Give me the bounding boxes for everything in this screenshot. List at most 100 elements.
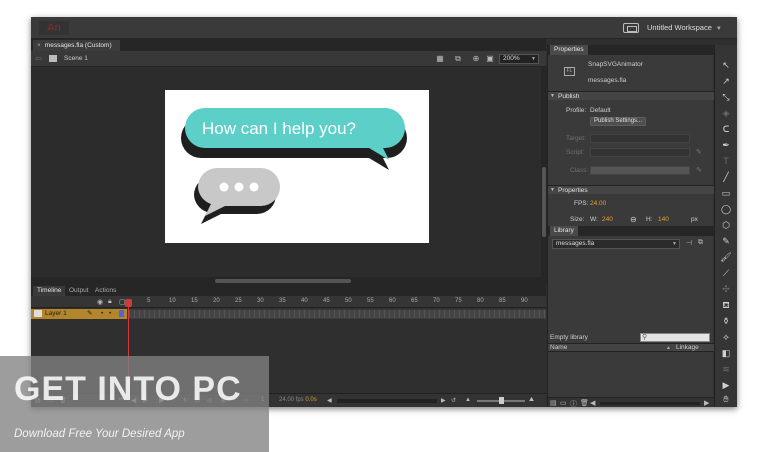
frame-number: 20 bbox=[213, 298, 220, 304]
pin-icon[interactable]: ⊣ bbox=[686, 239, 692, 247]
column-name[interactable]: Name bbox=[550, 344, 567, 352]
stage-horizontal-scrollbar[interactable] bbox=[31, 277, 546, 285]
height-value[interactable]: 140 bbox=[658, 216, 669, 223]
workspace-selector[interactable]: Untitled Workspace ▼ bbox=[647, 17, 737, 39]
layer-name-label: Layer 1 bbox=[45, 310, 67, 317]
tab-output[interactable]: Output bbox=[65, 286, 93, 296]
eyedropper-tool-icon[interactable]: ⟡ bbox=[720, 331, 732, 343]
publish-settings-button[interactable]: Publish Settings... bbox=[590, 117, 647, 126]
rectangle-tool-icon[interactable]: ▭ bbox=[720, 187, 732, 199]
publish-section-header[interactable]: Publish bbox=[548, 91, 714, 101]
zoom-select[interactable]: 200% ▼ bbox=[499, 54, 539, 64]
close-icon[interactable]: × bbox=[37, 42, 41, 49]
visibility-dot-icon[interactable]: • bbox=[101, 309, 103, 319]
library-search-input[interactable]: ⚲ bbox=[640, 333, 710, 342]
typing-dot bbox=[219, 182, 229, 192]
tab-library[interactable]: Library bbox=[550, 226, 578, 236]
timeline-ruler[interactable]: ◉ 🔒︎ ▢ 5 10 15 20 25 30 35 40 45 50 55 60 65 70 75 80 85… bbox=[31, 296, 546, 308]
text-tool-icon[interactable]: T bbox=[720, 155, 732, 167]
selection-tool-icon[interactable]: ↖ bbox=[720, 59, 732, 71]
stage[interactable]: How can I help you? bbox=[165, 90, 429, 243]
library-file-value: messages.fla bbox=[556, 240, 595, 247]
new-library-panel-icon[interactable]: ⧉ bbox=[698, 239, 703, 247]
lasso-tool-icon[interactable]: ᑕ bbox=[720, 123, 732, 135]
delete-icon[interactable]: 🗑︎ bbox=[580, 399, 589, 407]
library-file-select[interactable]: messages.fla ▼ bbox=[552, 239, 680, 249]
sort-ascending-icon[interactable]: ▲ bbox=[666, 344, 671, 352]
document-tab[interactable]: × messages.fla (Custom) bbox=[33, 40, 120, 51]
tab-properties[interactable]: Properties bbox=[550, 45, 588, 55]
properties-icon[interactable]: ⓘ bbox=[570, 399, 577, 407]
tab-timeline[interactable]: Timeline bbox=[33, 286, 66, 296]
bone-tool-icon[interactable]: ✣ bbox=[720, 283, 732, 295]
slider-handle[interactable] bbox=[499, 397, 504, 404]
class-label: Class: bbox=[570, 167, 589, 174]
library-scrollbar[interactable] bbox=[600, 402, 700, 405]
library-column-header: Name ▲ Linkage bbox=[548, 343, 714, 352]
pen-tool-icon[interactable]: ✒ bbox=[720, 139, 732, 151]
ink-bottle-tool-icon[interactable]: ⚱ bbox=[720, 315, 732, 327]
pencil-icon[interactable]: ✎ bbox=[87, 309, 92, 319]
polystar-tool-icon[interactable]: ⬡ bbox=[720, 219, 732, 231]
document-properties-header[interactable]: Properties bbox=[548, 185, 714, 195]
3d-rotation-tool-icon[interactable]: ◈ bbox=[720, 107, 732, 119]
frame-number: 5 bbox=[147, 298, 151, 304]
fps-label: FPS: bbox=[574, 200, 589, 207]
brush-tool-icon[interactable]: 🖌︎ bbox=[720, 251, 732, 263]
workspace-switch-icon[interactable] bbox=[623, 23, 639, 33]
subselection-tool-icon[interactable]: ↗ bbox=[720, 75, 732, 87]
timeline-scrollbar[interactable] bbox=[337, 399, 437, 403]
hand-tool-icon[interactable]: ✋︎ bbox=[720, 393, 732, 405]
width-tool-icon[interactable]: ≋ bbox=[720, 363, 732, 375]
app-logo: An bbox=[39, 21, 69, 35]
width-value[interactable]: 240 bbox=[602, 216, 613, 223]
fps-readout[interactable]: 24.00 fps 0.0s bbox=[279, 397, 317, 403]
scrollbar-thumb[interactable] bbox=[542, 167, 546, 237]
scrollbar-thumb[interactable] bbox=[215, 279, 351, 283]
edit-scene-icon[interactable]: ▦ bbox=[435, 54, 445, 63]
class-field[interactable] bbox=[590, 166, 690, 175]
new-folder-icon[interactable]: ▭ bbox=[560, 399, 567, 407]
clip-stage-icon[interactable]: ▣ bbox=[485, 54, 495, 63]
zoom-out-icon[interactable]: ▲ bbox=[465, 397, 471, 403]
frame-number: 85 bbox=[499, 298, 506, 304]
scene-clapper-icon bbox=[49, 55, 57, 62]
scroll-right-icon[interactable]: ▶ bbox=[704, 399, 709, 407]
layer-name[interactable]: Layer 1 ✎ • • bbox=[31, 309, 127, 319]
oval-tool-icon[interactable]: ◯ bbox=[720, 203, 732, 215]
wrench-icon[interactable]: ✎ bbox=[696, 148, 702, 156]
paint-brush-tool-icon[interactable]: ⟋ bbox=[720, 267, 732, 279]
target-select[interactable] bbox=[590, 134, 690, 143]
playhead-handle[interactable] bbox=[125, 299, 132, 307]
eraser-tool-icon[interactable]: ◧ bbox=[720, 347, 732, 359]
center-stage-icon[interactable]: ⊕ bbox=[471, 54, 481, 63]
line-tool-icon[interactable]: ╱ bbox=[720, 171, 732, 183]
zoom-in-icon[interactable]: ⛰ bbox=[529, 397, 534, 404]
back-arrow-icon[interactable]: ⇦ bbox=[35, 54, 42, 63]
layer-color-swatch[interactable] bbox=[119, 310, 124, 317]
layer-row[interactable]: Layer 1 ✎ • • bbox=[31, 309, 546, 319]
free-transform-tool-icon[interactable]: ⤡ bbox=[720, 91, 732, 103]
properties-tab-strip: Properties bbox=[548, 45, 714, 55]
tab-actions[interactable]: Actions bbox=[91, 286, 120, 296]
layer-frames[interactable] bbox=[129, 310, 546, 318]
lock-icon[interactable]: 🔒︎ bbox=[108, 298, 112, 306]
script-select[interactable] bbox=[590, 148, 690, 157]
stage-pasteboard[interactable]: How can I help you? bbox=[31, 67, 541, 283]
scroll-left-icon[interactable]: ◀ bbox=[590, 399, 595, 407]
camera-tool-icon[interactable]: ▶ bbox=[720, 379, 732, 391]
lock-dot-icon[interactable]: • bbox=[109, 309, 111, 319]
frame-number: 80 bbox=[477, 298, 484, 304]
edit-symbol-icon[interactable]: ⧉ bbox=[453, 54, 463, 63]
pencil-tool-icon[interactable]: ✎ bbox=[720, 235, 732, 247]
eye-icon[interactable]: ◉ bbox=[97, 298, 103, 306]
paint-bucket-tool-icon[interactable]: ⛾ bbox=[720, 299, 732, 311]
scroll-left-icon[interactable]: ◀ bbox=[327, 397, 332, 404]
column-linkage[interactable]: Linkage bbox=[676, 344, 699, 352]
loop-playback-icon[interactable]: ↺ bbox=[451, 397, 456, 404]
edit-class-icon[interactable]: ✎ bbox=[696, 166, 702, 174]
scroll-right-icon[interactable]: ▶ bbox=[441, 397, 446, 404]
new-symbol-icon[interactable]: ▤ bbox=[550, 399, 557, 407]
fps-value[interactable]: 24.00 bbox=[590, 200, 606, 207]
link-dimensions-icon[interactable]: ⊖ bbox=[630, 215, 637, 224]
